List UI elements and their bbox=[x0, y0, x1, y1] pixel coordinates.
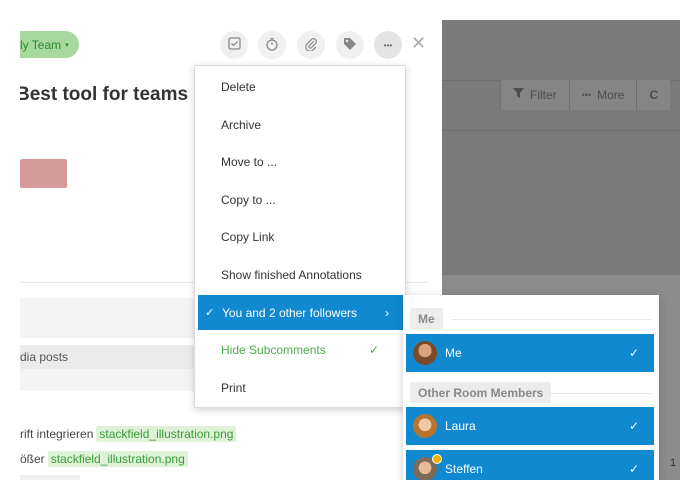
follower-name: Me bbox=[445, 346, 462, 360]
more-label: More bbox=[597, 88, 625, 102]
menu-item-delete[interactable]: Delete bbox=[195, 69, 405, 104]
follower-item-laura[interactable]: Laura ✓ bbox=[406, 407, 654, 445]
filter-button[interactable]: Filter bbox=[500, 80, 569, 110]
more-dots-icon: ••• bbox=[383, 40, 393, 50]
menu-item-copy-link[interactable]: Copy Link bbox=[195, 219, 405, 254]
backdrop-toolbar: Filter ••• More C bbox=[500, 80, 671, 110]
caret-down-icon: ▾ bbox=[65, 41, 69, 49]
check-icon: ✓ bbox=[628, 346, 639, 360]
paperclip-icon bbox=[304, 37, 318, 54]
attachment-row: ößer stackfield_illustration.png bbox=[20, 451, 188, 467]
menu-item-label: Delete bbox=[221, 79, 256, 94]
backdrop-count: 1 bbox=[670, 457, 677, 469]
backdrop-cut-button[interactable]: C bbox=[636, 80, 671, 110]
app-window: Filter ••• More C 1 ly Team ▾ ••• ✕ Best… bbox=[20, 20, 680, 480]
menu-item-label: Copy Link bbox=[221, 229, 275, 244]
menu-item-show-finished-annotations[interactable]: Show finished Annotations bbox=[195, 257, 405, 292]
status-badge bbox=[432, 454, 442, 464]
menu-item-hide-subcomments[interactable]: Hide Subcomments ✓ bbox=[195, 332, 405, 367]
attachment-prefix: rift integrieren bbox=[20, 427, 94, 441]
filter-label: Filter bbox=[530, 88, 557, 102]
status-block[interactable] bbox=[20, 159, 67, 188]
menu-item-label: Copy to ... bbox=[221, 192, 276, 207]
check-icon: ✓ bbox=[205, 307, 215, 319]
context-menu: Delete Archive Move to ... Copy to ... C… bbox=[194, 65, 406, 408]
follower-item-me[interactable]: Me ✓ bbox=[406, 334, 654, 372]
check-icon: ✓ bbox=[628, 462, 639, 476]
team-badge[interactable]: ly Team ▾ bbox=[20, 31, 79, 58]
checkbox-icon bbox=[227, 37, 241, 53]
menu-item-archive[interactable]: Archive bbox=[195, 107, 405, 142]
menu-item-label: Archive bbox=[221, 117, 262, 132]
checkbox-button[interactable] bbox=[220, 31, 248, 59]
menu-item-copy-to[interactable]: Copy to ... bbox=[195, 182, 405, 217]
menu-item-followers[interactable]: ✓ You and 2 other followers › bbox=[198, 295, 403, 330]
check-icon: ✓ bbox=[628, 419, 639, 433]
close-icon[interactable]: ✕ bbox=[411, 33, 426, 54]
timer-button[interactable] bbox=[258, 31, 286, 59]
menu-item-label: Hide Subcomments bbox=[221, 342, 326, 357]
backdrop-divider bbox=[442, 130, 680, 131]
section-divider bbox=[548, 393, 651, 394]
posts-text: dia posts bbox=[20, 350, 69, 364]
page-title: Best tool for teams bbox=[20, 84, 189, 105]
attachment-link[interactable]: stackfield_illustration.png bbox=[47, 451, 188, 467]
menu-item-label: Print bbox=[221, 380, 246, 395]
backdrop-cut-label: C bbox=[649, 88, 659, 102]
menu-item-print[interactable]: Print bbox=[195, 370, 405, 405]
attachment-prefix: ößer bbox=[20, 452, 45, 466]
follower-name: Laura bbox=[445, 419, 476, 433]
chevron-right-icon: › bbox=[385, 305, 389, 320]
team-label: ly Team bbox=[20, 37, 62, 52]
more-options-button[interactable]: ••• bbox=[374, 31, 402, 59]
follower-item-steffen[interactable]: Steffen ✓ bbox=[406, 450, 654, 480]
tag-button[interactable] bbox=[336, 31, 364, 59]
menu-item-label: You and 2 other followers bbox=[222, 305, 357, 320]
faded-text-row bbox=[20, 475, 80, 480]
attach-button[interactable] bbox=[297, 31, 325, 59]
more-icon: ••• bbox=[581, 90, 592, 100]
section-header-me: Me bbox=[410, 308, 443, 329]
avatar bbox=[413, 341, 437, 365]
follower-name: Steffen bbox=[445, 462, 483, 476]
attachment-row: rift integrieren stackfield_illustration… bbox=[20, 426, 237, 442]
menu-item-label: Move to ... bbox=[221, 154, 278, 169]
attachment-link[interactable]: stackfield_illustration.png bbox=[96, 426, 237, 442]
menu-item-move-to[interactable]: Move to ... bbox=[195, 144, 405, 179]
check-icon: ✓ bbox=[368, 342, 379, 357]
section-header-other-members: Other Room Members bbox=[410, 382, 552, 403]
filter-icon bbox=[513, 88, 524, 102]
followers-submenu: Me Me ✓ Other Room Members Laura ✓ Steff… bbox=[403, 295, 659, 480]
stopwatch-icon bbox=[265, 37, 279, 54]
section-divider bbox=[451, 319, 651, 320]
menu-item-label: Show finished Annotations bbox=[221, 267, 362, 282]
avatar bbox=[413, 414, 437, 438]
tag-icon bbox=[343, 37, 357, 54]
section-band bbox=[20, 369, 195, 391]
section-band bbox=[20, 298, 195, 338]
avatar bbox=[413, 454, 442, 480]
more-button[interactable]: ••• More bbox=[568, 80, 637, 110]
